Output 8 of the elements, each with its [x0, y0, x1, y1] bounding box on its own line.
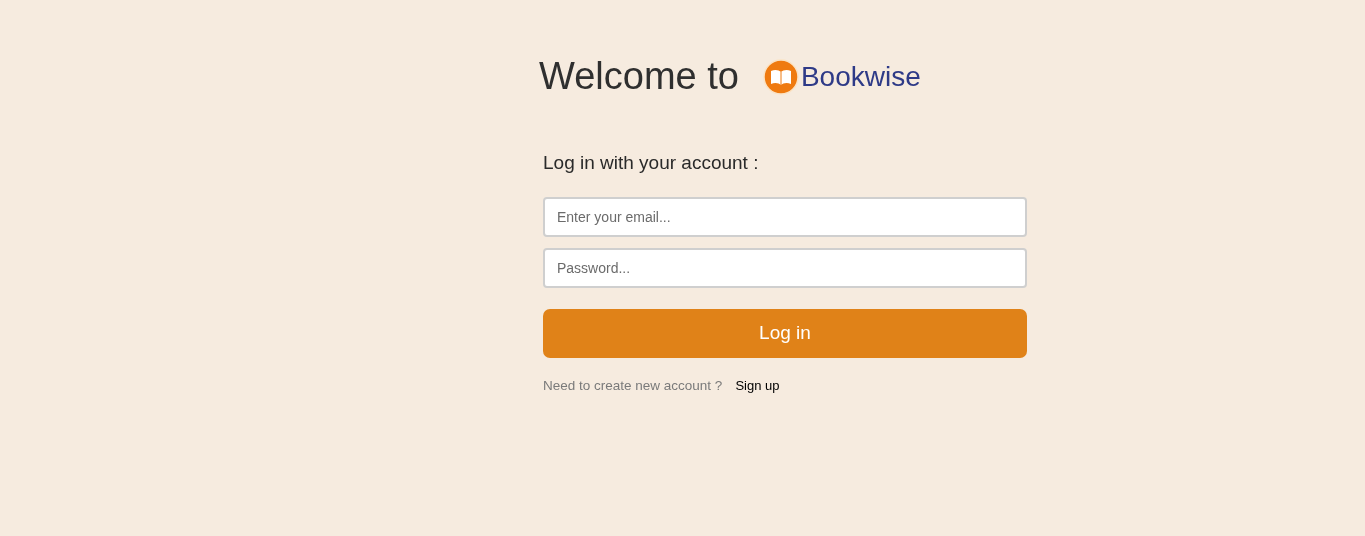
brand-name: Bookwise: [800, 59, 921, 94]
email-field[interactable]: Enter your email...: [543, 196, 1027, 237]
book-logo-icon: [762, 58, 799, 95]
signup-link[interactable]: Sign up: [735, 375, 780, 396]
welcome-title: Welcome to: [539, 54, 739, 99]
password-field[interactable]: Password...: [543, 247, 1027, 288]
login-heading: Log in with your account :: [543, 151, 760, 175]
signup-prompt: Need to create new account ?: [543, 376, 723, 395]
